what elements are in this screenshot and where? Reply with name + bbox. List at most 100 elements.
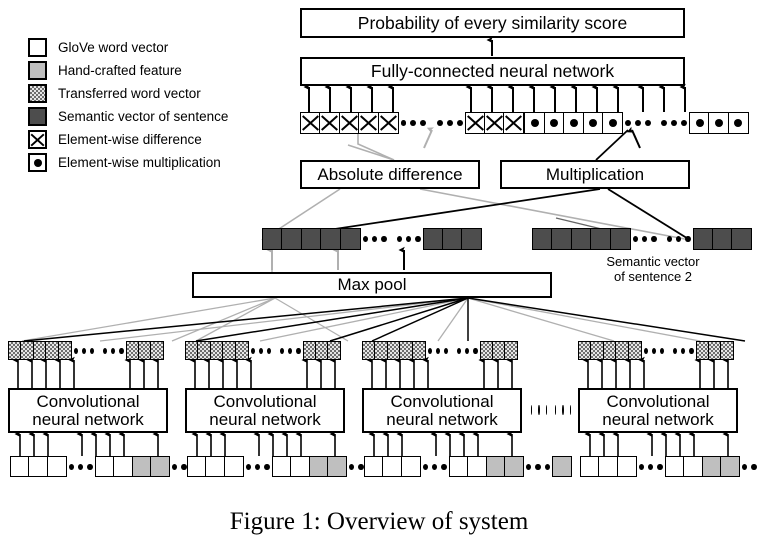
glove-cell xyxy=(382,456,403,477)
legend-item-transferred: Transferred word vector xyxy=(28,82,264,105)
absolute-difference-box: Absolute difference xyxy=(300,160,480,189)
square-dark-icon xyxy=(28,107,47,126)
transferred-group-2 xyxy=(695,341,735,360)
ellipsis-icon xyxy=(244,463,272,470)
multiplication-cell xyxy=(689,112,711,134)
legend-item-handcrafted: Hand-crafted feature xyxy=(28,59,264,82)
transferred-cell xyxy=(504,341,519,360)
semantic-group-1 xyxy=(262,228,361,250)
glove-group-1 xyxy=(10,456,67,477)
semantic-cell xyxy=(320,228,342,250)
annotation-line-1: Semantic vector xyxy=(606,254,700,269)
legend-item-multiplication: Element-wise multiplication xyxy=(28,151,264,174)
square-gray-icon xyxy=(28,61,47,80)
difference-group-1 xyxy=(300,112,399,134)
ellipsis-icon xyxy=(631,236,693,242)
transferred-group-2 xyxy=(125,341,165,360)
multiplication-cell xyxy=(543,112,565,134)
glove-cell xyxy=(598,456,619,477)
transferred-cell xyxy=(57,341,72,360)
mixed-group-3 xyxy=(448,456,525,477)
multiplication-group-1 xyxy=(524,112,624,134)
transferred-group-1 xyxy=(578,341,642,360)
cnn-box-2: Convolutional neural network xyxy=(185,388,345,433)
multiplication-cell xyxy=(602,112,624,134)
handcrafted-cell xyxy=(308,456,329,477)
cnn-box-3: Convolutional neural network xyxy=(362,388,522,433)
dot-square-icon xyxy=(28,153,47,172)
square-white-icon xyxy=(28,38,47,57)
cnn-label-line-2: neural network xyxy=(386,409,498,429)
semantic-vector-sentence-1-row xyxy=(262,228,483,250)
glove-cell xyxy=(616,456,637,477)
handcrafted-cell xyxy=(720,456,741,477)
difference-cell xyxy=(377,112,399,134)
glove-group-1 xyxy=(187,456,244,477)
handcrafted-cell xyxy=(485,456,506,477)
semantic-cell xyxy=(422,228,444,250)
ellipsis-icon xyxy=(740,463,758,470)
cross-square-icon xyxy=(28,130,47,149)
output-probability-box: Probability of every similarity score xyxy=(300,8,685,38)
difference-cell xyxy=(358,112,380,134)
legend-label: GloVe word vector xyxy=(58,40,169,55)
difference-cell xyxy=(464,112,486,134)
transferred-group-1 xyxy=(185,341,249,360)
cnn-box-1: Convolutional neural network xyxy=(8,388,168,433)
fully-connected-label: Fully-connected neural network xyxy=(370,61,615,82)
difference-cell xyxy=(503,112,525,134)
difference-cell xyxy=(319,112,341,134)
transferred-cell xyxy=(234,341,249,360)
transferred-cell xyxy=(720,341,735,360)
mixed-group-1 xyxy=(94,456,171,477)
legend-label: Hand-crafted feature xyxy=(58,63,182,78)
handcrafted-cell xyxy=(701,456,722,477)
glove-cell xyxy=(364,456,384,477)
transferred-group-1 xyxy=(8,341,72,360)
glove-group-1 xyxy=(580,456,637,477)
cnn-label-line-2: neural network xyxy=(209,409,321,429)
glove-cell xyxy=(467,456,488,477)
semantic-group-2 xyxy=(692,228,753,250)
multiplication-cell xyxy=(582,112,604,134)
legend-label: Semantic vector of sentence xyxy=(58,109,229,124)
glove-cell xyxy=(271,456,292,477)
transferred-cell xyxy=(150,341,165,360)
max-pool-label: Max pool xyxy=(337,275,407,295)
glove-cell xyxy=(10,456,30,477)
figure-caption: Figure 1: Overview of system xyxy=(229,508,529,535)
semantic-cell xyxy=(551,228,573,250)
transferred-vector-row xyxy=(8,341,165,360)
legend-label: Element-wise difference xyxy=(58,132,202,147)
mixed-group-2 xyxy=(271,456,348,477)
multiplication-box: Multiplication xyxy=(500,160,690,189)
semantic-cell xyxy=(712,228,734,250)
handcrafted-cell xyxy=(552,456,573,477)
glove-cell xyxy=(113,456,134,477)
glove-cell xyxy=(46,456,67,477)
glove-cell xyxy=(187,456,207,477)
transferred-vector-row xyxy=(185,341,342,360)
cnn-label-line-2: neural network xyxy=(602,409,714,429)
semantic-cell xyxy=(532,228,553,250)
ellipsis-icon xyxy=(642,347,696,354)
glove-cell xyxy=(290,456,311,477)
ellipsis-icon xyxy=(421,463,449,470)
cnn-box-4: Convolutional neural network xyxy=(578,388,738,433)
cnn-blocks-ellipsis-icon xyxy=(528,403,574,417)
semantic-cell xyxy=(609,228,631,250)
multiplication-cell xyxy=(727,112,749,134)
semantic-cell xyxy=(281,228,303,250)
transferred-group-1 xyxy=(362,341,426,360)
absolute-difference-label: Absolute difference xyxy=(317,164,463,184)
difference-cell xyxy=(338,112,360,134)
transferred-group-2 xyxy=(479,341,519,360)
elementwise-combination-row xyxy=(300,112,749,134)
transferred-vector-row xyxy=(362,341,519,360)
input-vector-row-4 xyxy=(580,456,758,477)
semantic-group-2 xyxy=(422,228,483,250)
cnn-label-line-2: neural network xyxy=(32,409,144,429)
semantic-vector-sentence-2-row xyxy=(532,228,753,250)
glove-cell xyxy=(664,456,685,477)
handcrafted-group-3 xyxy=(552,456,573,477)
